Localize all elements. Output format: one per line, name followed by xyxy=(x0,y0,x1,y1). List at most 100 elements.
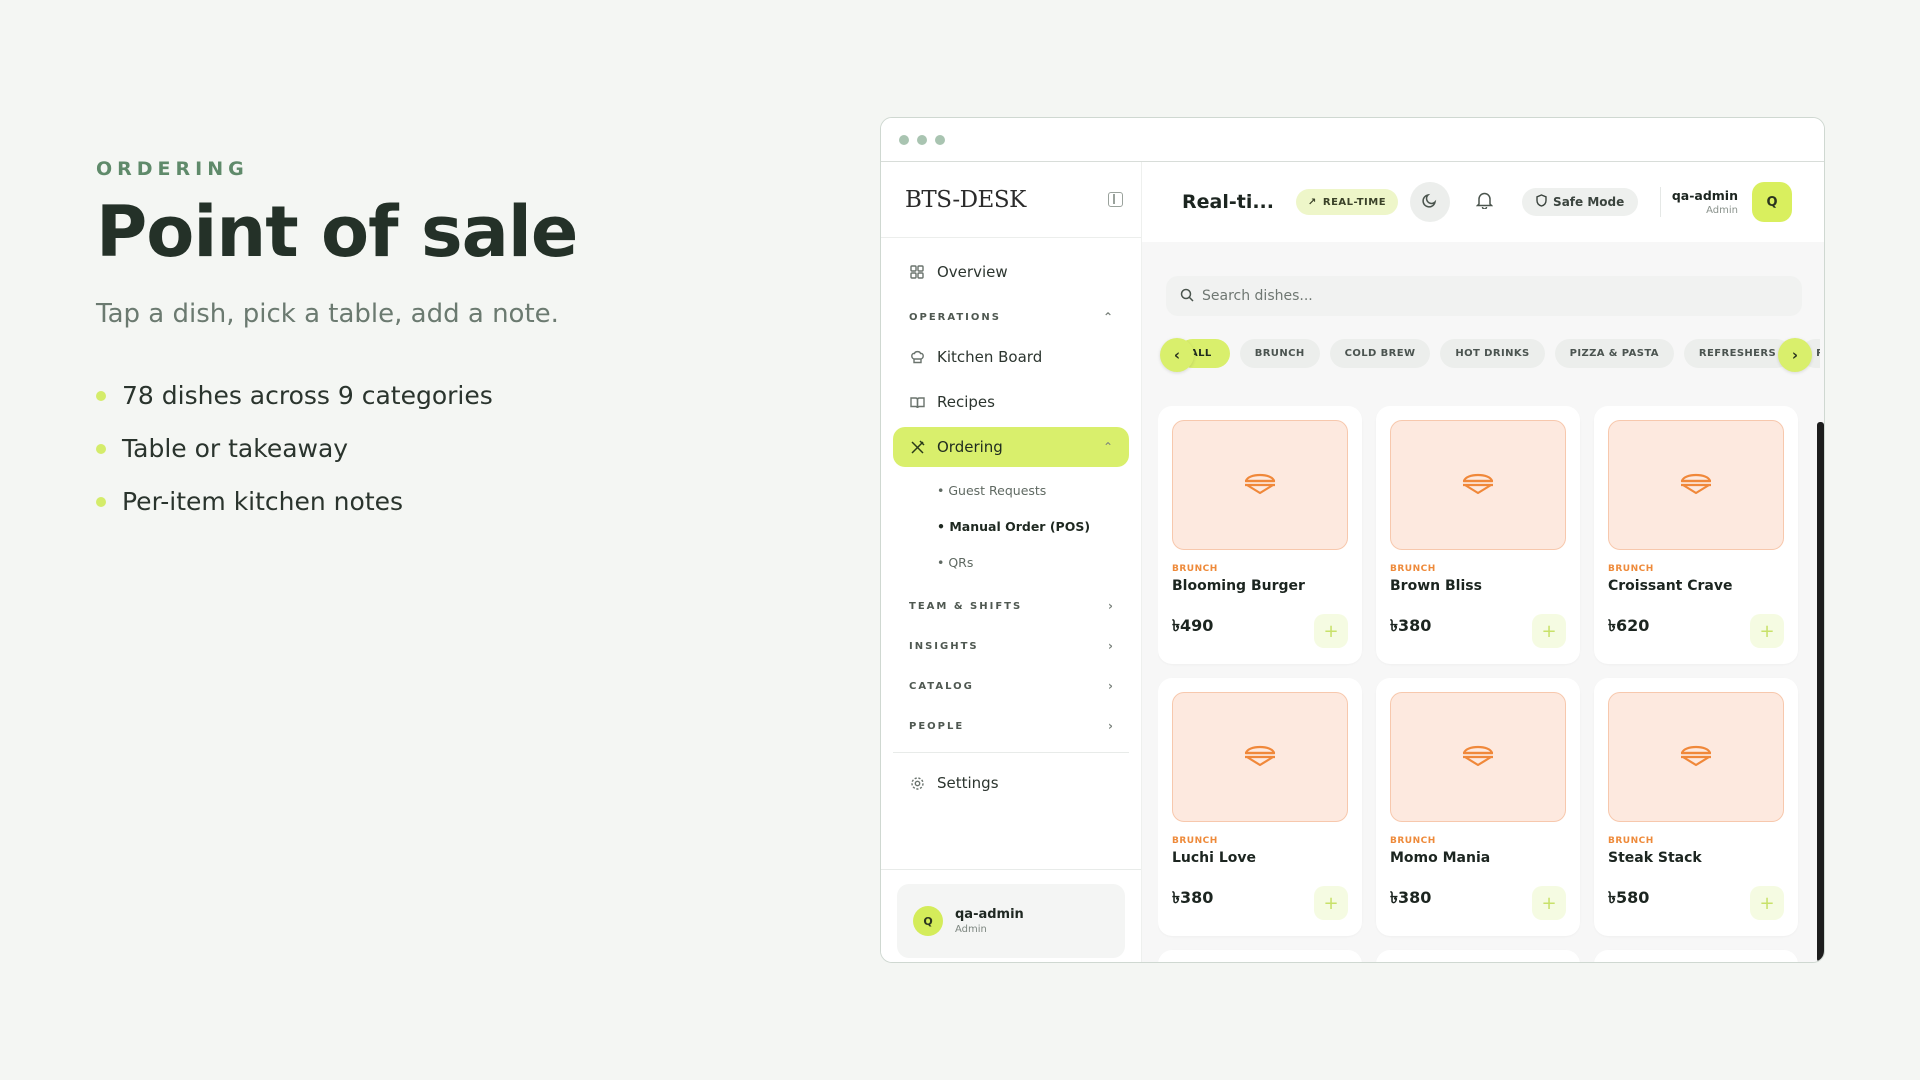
add-to-order-button[interactable]: + xyxy=(1750,886,1784,920)
nav-recipes-label: Recipes xyxy=(937,393,995,411)
gear-icon xyxy=(909,775,925,791)
safe-mode-toggle[interactable]: Safe Mode xyxy=(1522,188,1639,216)
dish-category: BRUNCH xyxy=(1390,836,1436,846)
sidebar: BTS-DESK Overview OPERATIONS ⌃ Kitchen B… xyxy=(881,162,1142,962)
subline: Tap a dish, pick a table, add a note. xyxy=(96,299,559,329)
user-name: qa-admin xyxy=(1671,188,1738,203)
sidebar-collapse-icon[interactable] xyxy=(1108,192,1123,207)
dish-card[interactable]: BRUNCH Brown Bliss ৳380 + xyxy=(1376,406,1580,664)
sidebar-divider xyxy=(881,869,1141,870)
add-to-order-button[interactable]: + xyxy=(1314,886,1348,920)
section-team-shifts[interactable]: TEAM & SHIFTS › xyxy=(893,586,1129,626)
category-filter-bar: ALL BRUNCH COLD BREW HOT DRINKS PIZZA & … xyxy=(1150,332,1820,376)
add-to-order-button[interactable]: + xyxy=(1314,614,1348,648)
dish-card[interactable] xyxy=(1594,950,1798,962)
topbar-user[interactable]: qa-admin Admin xyxy=(1672,188,1738,216)
section-catalog[interactable]: CATALOG › xyxy=(893,666,1129,706)
category-chip-pizza-pasta[interactable]: PIZZA & PASTA xyxy=(1554,339,1674,368)
dish-card[interactable]: BRUNCH Croissant Crave ৳620 + xyxy=(1594,406,1798,664)
dish-name: Momo Mania xyxy=(1390,850,1491,866)
plus-icon: + xyxy=(1323,620,1339,642)
dish-category: BRUNCH xyxy=(1608,836,1654,846)
feature-text: Table or takeaway xyxy=(122,434,349,463)
section-label: PEOPLE xyxy=(909,720,965,732)
avatar: Q xyxy=(913,906,943,936)
dish-price: ৳620 xyxy=(1608,616,1650,635)
dish-name: Luchi Love xyxy=(1172,850,1256,866)
window-dot[interactable] xyxy=(899,134,909,145)
feature-item: 78 dishes across 9 categories xyxy=(96,369,796,422)
feature-item: Table or takeaway xyxy=(96,422,796,475)
dish-card[interactable] xyxy=(1376,950,1580,962)
category-chip-hot-drinks[interactable]: HOT DRINKS xyxy=(1440,339,1545,368)
browser-window: BTS-DESK Overview OPERATIONS ⌃ Kitchen B… xyxy=(880,117,1825,963)
dish-thumbnail xyxy=(1172,420,1348,550)
dish-card[interactable]: BRUNCH Steak Stack ৳580 + xyxy=(1594,678,1798,936)
category-chip-refreshers[interactable]: REFRESHERS xyxy=(1683,339,1792,368)
search-input[interactable] xyxy=(1202,288,1700,304)
dish-thumbnail xyxy=(1608,420,1784,550)
realtime-label: REAL-TIME xyxy=(1322,196,1387,208)
dish-price: ৳380 xyxy=(1390,888,1432,907)
window-dot[interactable] xyxy=(935,134,945,145)
dish-price: ৳490 xyxy=(1172,616,1214,635)
sidebar-user-card[interactable]: Q qa-admin Admin xyxy=(897,884,1125,958)
dish-card[interactable]: BRUNCH Blooming Burger ৳490 + xyxy=(1158,406,1362,664)
sub-qrs[interactable]: • QRs xyxy=(893,544,1129,580)
section-insights[interactable]: INSIGHTS › xyxy=(893,626,1129,666)
dish-category: BRUNCH xyxy=(1172,564,1218,574)
nav-ordering[interactable]: Ordering ⌃ xyxy=(893,427,1129,467)
chevron-right-icon: › xyxy=(1108,599,1113,613)
feature-item: Per-item kitchen notes xyxy=(96,475,796,528)
realtime-badge: ↗ REAL-TIME xyxy=(1296,189,1399,215)
nav-overview[interactable]: Overview xyxy=(893,252,1129,292)
category-chips: ALL BRUNCH COLD BREW HOT DRINKS PIZZA & … xyxy=(1178,339,1820,368)
eyebrow: ORDERING xyxy=(96,158,249,180)
chevron-up-icon: ⌃ xyxy=(1102,310,1113,324)
category-chip-cold-brew[interactable]: COLD BREW xyxy=(1329,339,1431,368)
dish-card[interactable]: BRUNCH Momo Mania ৳380 + xyxy=(1376,678,1580,936)
sandwich-icon xyxy=(1242,742,1278,772)
notifications-button[interactable] xyxy=(1464,182,1504,222)
chevron-up-icon: ⌃ xyxy=(1102,440,1113,454)
sidebar-nav: Overview OPERATIONS ⌃ Kitchen Board Reci… xyxy=(881,238,1141,822)
scrollbar[interactable] xyxy=(1817,422,1824,962)
add-to-order-button[interactable]: + xyxy=(1532,614,1566,648)
promo-panel: ORDERING Point of sale Tap a dish, pick … xyxy=(96,158,796,528)
plus-icon: + xyxy=(1541,892,1557,914)
section-operations-label: OPERATIONS xyxy=(909,311,1001,323)
dish-card[interactable]: BRUNCH Luchi Love ৳380 + xyxy=(1158,678,1362,936)
dish-name: Blooming Burger xyxy=(1172,578,1305,594)
section-people[interactable]: PEOPLE › xyxy=(893,706,1129,746)
dish-name: Croissant Crave xyxy=(1608,578,1733,594)
dish-name: Brown Bliss xyxy=(1390,578,1482,594)
category-chip-brunch[interactable]: BRUNCH xyxy=(1239,339,1320,368)
plus-icon: + xyxy=(1323,892,1339,914)
scroll-left-button[interactable]: ‹ xyxy=(1160,338,1194,372)
chevron-right-icon: › xyxy=(1108,679,1113,693)
add-to-order-button[interactable]: + xyxy=(1750,614,1784,648)
dish-card[interactable] xyxy=(1158,950,1362,962)
trending-icon: ↗ xyxy=(1308,196,1317,208)
nav-recipes[interactable]: Recipes xyxy=(893,382,1129,422)
nav-kitchen-board[interactable]: Kitchen Board xyxy=(893,337,1129,377)
scroll-right-button[interactable]: › xyxy=(1778,338,1812,372)
nav-settings[interactable]: Settings xyxy=(893,763,1129,803)
chevron-right-icon: › xyxy=(1108,639,1113,653)
book-icon xyxy=(909,394,925,410)
topbar-divider xyxy=(1660,187,1662,217)
dish-thumbnail xyxy=(1172,692,1348,822)
dish-thumbnail xyxy=(1608,692,1784,822)
sub-manual-order[interactable]: • Manual Order (POS) xyxy=(893,508,1129,544)
plus-icon: + xyxy=(1541,620,1557,642)
headline: Point of sale xyxy=(96,191,578,273)
theme-toggle-button[interactable] xyxy=(1410,182,1451,222)
window-dot[interactable] xyxy=(917,134,927,145)
avatar[interactable]: Q xyxy=(1752,182,1792,222)
add-to-order-button[interactable]: + xyxy=(1532,886,1566,920)
section-label: TEAM & SHIFTS xyxy=(909,600,1023,612)
sub-guest-requests[interactable]: • Guest Requests xyxy=(893,472,1129,508)
dish-price: ৳580 xyxy=(1608,888,1650,907)
section-operations[interactable]: OPERATIONS ⌃ xyxy=(893,297,1129,337)
main-content: Real-ti... ↗ REAL-TIME Safe Mode qa-admi… xyxy=(1142,162,1824,962)
